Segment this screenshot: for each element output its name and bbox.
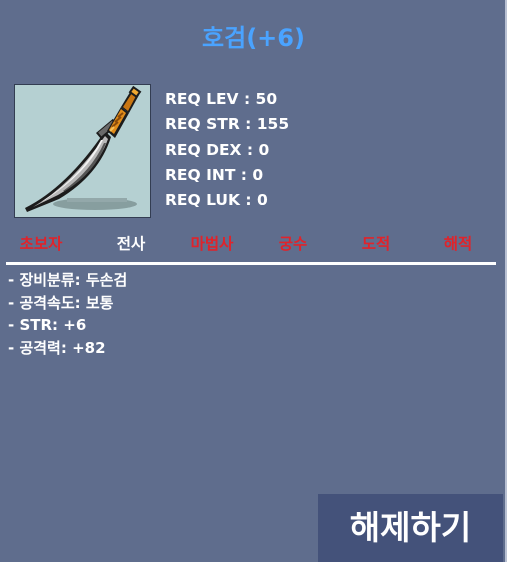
req-level: REQ LEV : 50	[165, 90, 278, 108]
curved-sword-icon	[25, 85, 142, 212]
item-name: 호검(+6)	[202, 24, 305, 52]
req-dex: REQ DEX : 0	[165, 140, 270, 159]
item-tooltip-panel: 호검(+6) REQ LEV: 50 REQ STR: 155 REQ DE…	[0, 0, 507, 562]
unequip-button[interactable]: 해제하기	[318, 494, 503, 562]
job-thief: 도적	[361, 235, 391, 253]
stat-equip-type: - 장비분류: 두손검	[8, 271, 128, 289]
stat-str-bonus: - STR: +6	[8, 316, 87, 334]
job-warrior: 전사	[116, 235, 146, 253]
job-class-row: 초보자 전사 마법사 궁수 도적 해적	[0, 232, 507, 256]
item-icon-frame	[14, 84, 151, 218]
job-bowman: 궁수	[278, 235, 308, 253]
job-pirate: 해적	[443, 235, 473, 253]
stat-attack-power: - 공격력: +82	[8, 338, 106, 357]
item-stats-list: - 장비분류: 두손검 - 공격속도: 보통 - STR: +6 - 공격력: …	[8, 270, 127, 360]
divider	[6, 262, 496, 265]
job-beginner: 초보자	[19, 235, 63, 253]
stat-attack-speed: - 공격속도: 보통	[8, 293, 114, 312]
requirement-list: REQ LEV : 50 REQ STR : 155 REQ DEX : 0 R…	[165, 88, 289, 214]
req-str: REQ STR : 155	[165, 115, 290, 134]
req-int: REQ INT : 0	[165, 165, 264, 184]
job-magician: 마법사	[190, 235, 234, 253]
req-luk: REQ LUK : 0	[165, 191, 268, 210]
